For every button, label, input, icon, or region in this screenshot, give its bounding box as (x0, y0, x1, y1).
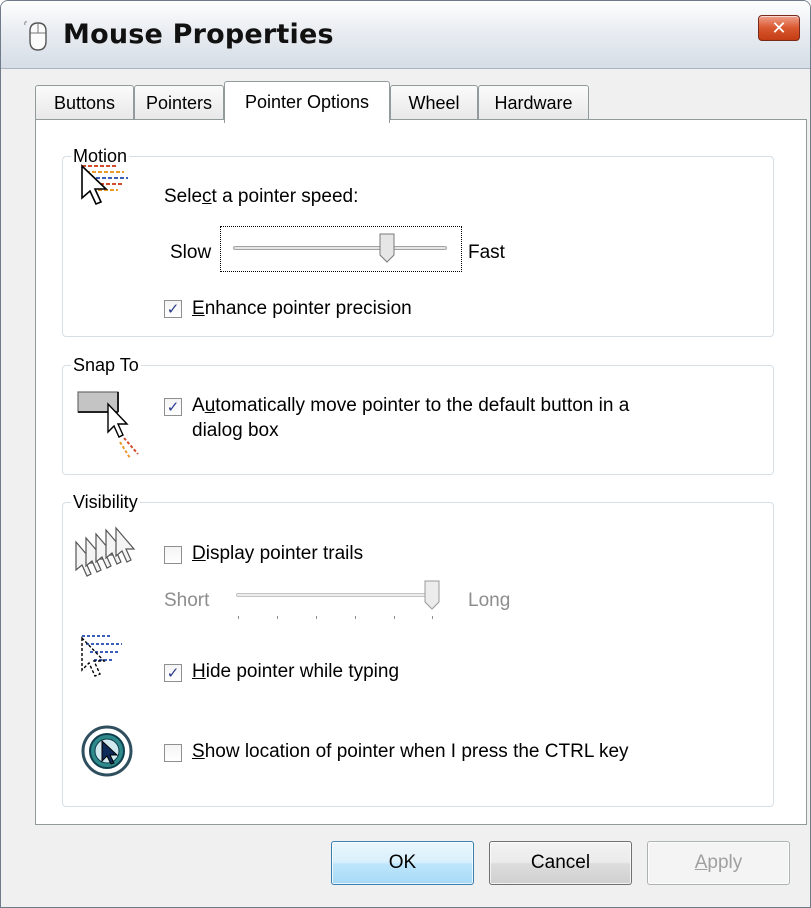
slow-label: Slow (170, 242, 212, 263)
mouse-properties-window: Mouse Properties ✕ Buttons Pointers Poin… (0, 0, 811, 908)
checkmark-icon: ✓ (166, 399, 180, 416)
tab-buttons[interactable]: Buttons (35, 85, 134, 121)
pointer-speed-label: Select a pointer speed: (164, 186, 359, 207)
snap-to-label-line2[interactable]: dialog box (192, 420, 279, 442)
pointer-trails-checkbox[interactable] (164, 546, 182, 564)
tab-hardware[interactable]: Hardware (478, 85, 589, 121)
show-location-checkbox[interactable] (164, 744, 182, 762)
pointer-trails-label[interactable]: Display pointer trails (192, 543, 363, 565)
pointer-speed-icon (81, 164, 128, 206)
tab-strip: Buttons Pointers Pointer Options Wheel H… (35, 81, 775, 123)
checkmark-icon: ✓ (166, 665, 180, 682)
snap-to-legend: Snap To (73, 355, 139, 375)
snap-to-icon (77, 391, 139, 459)
short-label: Short (164, 590, 210, 611)
close-button[interactable]: ✕ (758, 15, 800, 41)
title-bar[interactable]: Mouse Properties ✕ (1, 1, 810, 69)
hide-pointer-checkbox[interactable]: ✓ (164, 664, 182, 682)
window-title: Mouse Properties (63, 19, 334, 50)
snap-to-label[interactable]: Automatically move pointer to the defaul… (192, 395, 629, 417)
speed-slider-thumb[interactable] (379, 233, 395, 263)
speed-slider-track (233, 246, 447, 250)
enhance-precision-label[interactable]: Enhance pointer precision (192, 298, 412, 320)
pointer-trails-slider[interactable] (232, 576, 452, 626)
trails-tick (355, 616, 356, 619)
pointer-trails-icon (75, 526, 136, 577)
enhance-precision-checkbox[interactable]: ✓ (164, 300, 182, 318)
checkmark-icon: ✓ (166, 301, 180, 318)
trails-tick (432, 616, 433, 619)
tab-pointers[interactable]: Pointers (134, 85, 224, 121)
trails-tick (238, 616, 239, 619)
apply-button[interactable]: Apply (647, 841, 790, 885)
trails-tick (316, 616, 317, 619)
trails-slider-thumb[interactable] (424, 580, 440, 610)
hide-pointer-icon (81, 635, 122, 677)
hide-pointer-label[interactable]: Hide pointer while typing (192, 661, 399, 683)
cancel-button[interactable]: Cancel (489, 841, 632, 885)
ok-button[interactable]: OK (331, 841, 474, 885)
trails-tick (394, 616, 395, 619)
pointer-location-icon (81, 725, 133, 777)
visibility-legend: Visibility (73, 492, 138, 512)
pointer-options-panel: Motion Select a pointer speed: Slow Fast… (35, 119, 807, 825)
tab-wheel[interactable]: Wheel (390, 85, 478, 121)
fast-label: Fast (468, 242, 505, 263)
show-location-label[interactable]: Show location of pointer when I press th… (192, 741, 629, 763)
tab-pointer-options[interactable]: Pointer Options (224, 81, 390, 123)
long-label: Long (468, 590, 511, 611)
trails-slider-track (236, 593, 436, 597)
pointer-speed-slider[interactable] (220, 226, 462, 272)
close-icon: ✕ (771, 17, 787, 38)
snap-to-checkbox[interactable]: ✓ (164, 398, 182, 416)
trails-tick (277, 616, 278, 619)
mouse-icon (24, 21, 47, 51)
